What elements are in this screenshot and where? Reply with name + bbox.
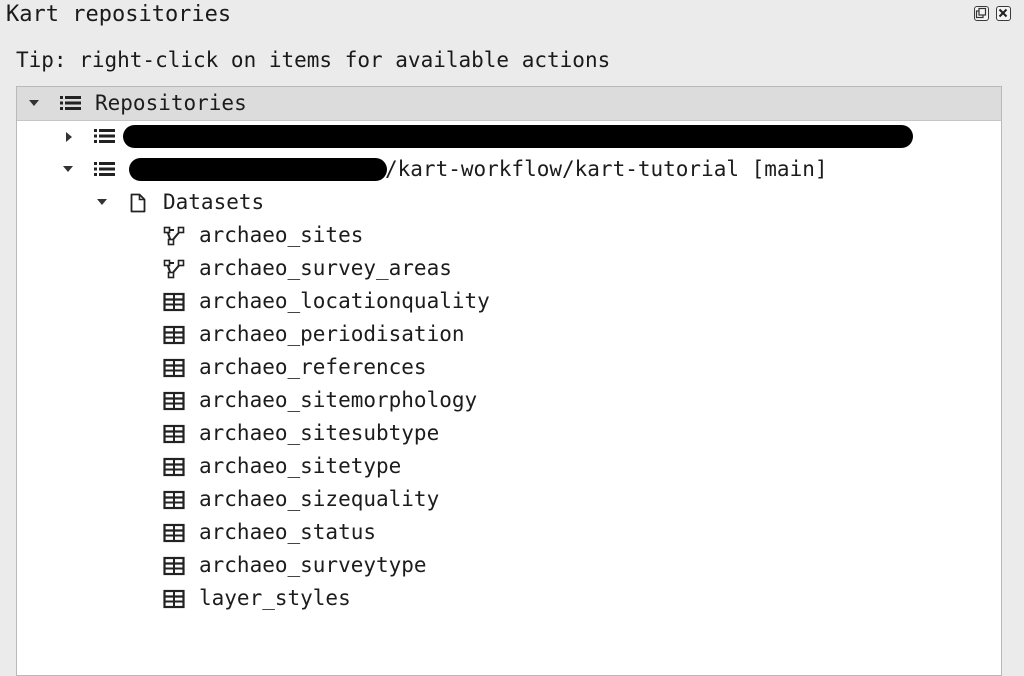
dataset-name: archaeo_sitemorphology (199, 388, 478, 412)
dataset-item[interactable]: archaeo_sitemorphology (17, 384, 1001, 417)
table-icon (163, 483, 187, 516)
panel-titlebar: Kart repositories (0, 0, 1024, 32)
dataset-name: archaeo_sitetype (199, 454, 402, 478)
dataset-name: archaeo_references (199, 355, 427, 379)
list-icon (93, 120, 117, 153)
table-icon (163, 516, 187, 549)
list-icon (93, 153, 117, 186)
table-icon (163, 450, 187, 483)
document-icon (129, 186, 153, 219)
table-icon (163, 417, 187, 450)
close-window-icon[interactable] (996, 6, 1011, 21)
dataset-item[interactable]: archaeo_sizequality (17, 483, 1001, 516)
dataset-item[interactable]: archaeo_surveytype (17, 549, 1001, 582)
dataset-name: archaeo_sites (199, 223, 364, 247)
redacted-repository-path (129, 158, 387, 181)
dataset-name: archaeo_survey_areas (199, 256, 452, 280)
dataset-name: archaeo_surveytype (199, 553, 427, 577)
dataset-name: archaeo_locationquality (199, 289, 490, 313)
dataset-item[interactable]: archaeo_sites (17, 219, 1001, 252)
chevron-down-icon[interactable] (27, 87, 43, 120)
dataset-name: archaeo_periodisation (199, 322, 465, 346)
dataset-name: archaeo_status (199, 520, 377, 544)
table-icon (163, 318, 187, 351)
dataset-item[interactable]: archaeo_survey_areas (17, 252, 1001, 285)
tree-item-repository[interactable] (17, 120, 1001, 153)
tree-item-label: Repositories (95, 91, 247, 115)
chevron-right-icon[interactable] (63, 120, 79, 153)
repository-tree[interactable]: Repositories /kart-workflow/kart-tutoria… (16, 86, 1002, 676)
chevron-down-icon[interactable] (95, 186, 111, 219)
panel-title: Kart repositories (6, 2, 232, 27)
table-icon (163, 549, 187, 582)
redacted-repository-path (123, 125, 913, 148)
dataset-item[interactable]: archaeo_status (17, 516, 1001, 549)
chevron-down-icon[interactable] (61, 153, 77, 186)
tip-text: Tip: right-click on items for available … (16, 48, 611, 72)
dataset-item[interactable]: archaeo_sitesubtype (17, 417, 1001, 450)
tree-item-datasets[interactable]: Datasets (17, 186, 1001, 219)
float-window-icon[interactable] (974, 6, 989, 21)
table-icon (163, 285, 187, 318)
dataset-item[interactable]: archaeo_periodisation (17, 318, 1001, 351)
vector-icon (163, 219, 187, 252)
tree-item-label: /kart-workflow/kart-tutorial [main] (385, 157, 828, 181)
dataset-item[interactable]: archaeo_references (17, 351, 1001, 384)
table-icon (163, 351, 187, 384)
tree-root-repositories[interactable]: Repositories (17, 87, 1001, 121)
tree-item-repository[interactable]: /kart-workflow/kart-tutorial [main] (17, 153, 1001, 186)
dataset-name: layer_styles (199, 586, 351, 610)
table-icon (163, 582, 187, 615)
tree-item-label: Datasets (163, 190, 265, 214)
dataset-name: archaeo_sitesubtype (199, 421, 440, 445)
table-icon (163, 384, 187, 417)
dataset-item[interactable]: archaeo_locationquality (17, 285, 1001, 318)
list-icon (59, 87, 83, 120)
dataset-item[interactable]: archaeo_sitetype (17, 450, 1001, 483)
dataset-item[interactable]: layer_styles (17, 582, 1001, 615)
vector-icon (163, 252, 187, 285)
dataset-name: archaeo_sizequality (199, 487, 440, 511)
kart-repositories-panel: Kart repositories Tip: right-click on it… (0, 0, 1024, 676)
